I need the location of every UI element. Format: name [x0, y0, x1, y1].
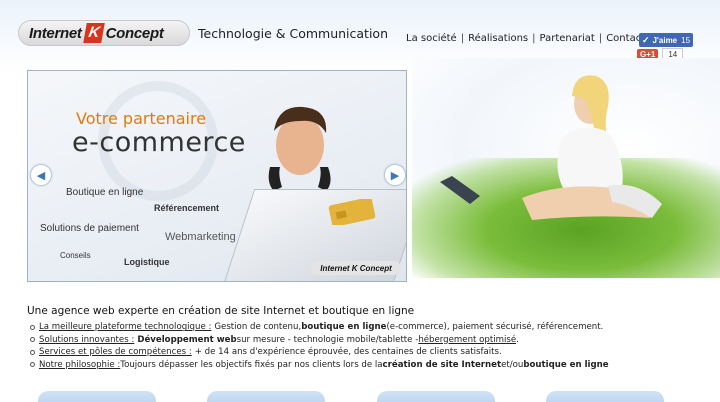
slide-keyword: Référencement: [154, 203, 220, 213]
intro-heading: Une agence web experte en création de si…: [27, 305, 415, 317]
nav-separator: |: [460, 33, 465, 44]
feature-link-hebergement[interactable]: hébergement optimisé: [418, 335, 516, 345]
feature-list: La meilleure plateforme technologique : …: [30, 321, 609, 371]
site-logo[interactable]: Internet K Concept: [18, 20, 190, 46]
nav-link-societe[interactable]: La société: [406, 33, 457, 44]
facebook-like-button[interactable]: ✓ J'aime 15: [639, 33, 693, 47]
hero-slider[interactable]: Votre partenaire e-commerce Boutique en …: [27, 70, 407, 282]
slide-keyword: Boutique en ligne: [66, 187, 144, 198]
site-tagline: Technologie & Communication: [198, 26, 389, 41]
slide-keyword: Solutions de paiement: [40, 223, 139, 234]
bottom-box-3[interactable]: [377, 391, 495, 402]
slide-keyword: Logistique: [124, 257, 170, 267]
nav-separator: |: [598, 33, 603, 44]
slide-keyword: Conseils: [60, 251, 91, 260]
feature-text: sur mesure - technologie mobile/tablette…: [236, 334, 419, 345]
feature-link-plateforme[interactable]: La meilleure plateforme technologique :: [39, 322, 211, 332]
list-item: Services et pôles de compétences : + de …: [30, 346, 609, 359]
slide-keyword: Webmarketing: [165, 231, 236, 243]
like-count: 15: [681, 35, 691, 45]
top-navigation: La société | Réalisations | Partenariat …: [406, 33, 645, 44]
bullet-icon: [30, 362, 35, 368]
credit-card-illustration: [328, 199, 376, 225]
feature-text: + de 14 ans d'expérience éprouvée, des c…: [194, 347, 502, 358]
feature-link-solutions[interactable]: Solutions innovantes :: [39, 335, 134, 345]
logo-text-right: Concept: [105, 24, 164, 42]
feature-text: Toujours dépasser les objectifs fixés pa…: [120, 359, 383, 370]
feature-text-bold: création de site Internet: [382, 359, 502, 370]
logo-k-mark: K: [82, 23, 105, 43]
slider-prev-arrow-icon[interactable]: ◀: [30, 164, 52, 186]
nav-link-realisations[interactable]: Réalisations: [468, 33, 528, 44]
bullet-icon: [30, 337, 35, 343]
slide-title-line1: Votre partenaire: [76, 109, 207, 128]
feature-text-bold: Développement web: [137, 334, 237, 345]
nav-link-partenariat[interactable]: Partenariat: [540, 33, 595, 44]
slide-title-line2: e-commerce: [72, 127, 246, 158]
bottom-box-1[interactable]: [38, 391, 156, 402]
list-item: Solutions innovantes : Développement web…: [30, 334, 609, 347]
feature-text-bold: boutique en ligne: [301, 322, 387, 333]
list-item: Notre philosophie : Toujours dépasser le…: [30, 359, 609, 372]
feature-text: (e-commerce), paiement sécurisé, référen…: [386, 322, 604, 333]
slider-logo: Internet K Concept: [311, 261, 401, 275]
woman-on-grass-image: [412, 58, 720, 278]
feature-text: .: [516, 334, 519, 345]
feature-text: et/ou: [501, 359, 524, 370]
bottom-box-4[interactable]: [546, 391, 664, 402]
slider-next-arrow-icon[interactable]: ▶: [384, 164, 406, 186]
feature-link-philosophie[interactable]: Notre philosophie :: [39, 360, 120, 370]
woman-with-laptop-illustration: [440, 75, 662, 220]
bullet-icon: [30, 349, 35, 355]
logo-text-left: Internet: [29, 24, 82, 42]
like-label: J'aime: [652, 35, 678, 45]
feature-text: Gestion de contenu,: [214, 322, 302, 333]
feature-text-bold: boutique en ligne: [523, 359, 609, 370]
bottom-box-2[interactable]: [207, 391, 325, 402]
list-item: La meilleure plateforme technologique : …: [30, 321, 609, 334]
check-icon: ✓: [642, 34, 650, 45]
nav-separator: |: [532, 33, 536, 44]
feature-link-services[interactable]: Services et pôles de compétences :: [39, 347, 192, 357]
bullet-icon: [30, 324, 35, 330]
